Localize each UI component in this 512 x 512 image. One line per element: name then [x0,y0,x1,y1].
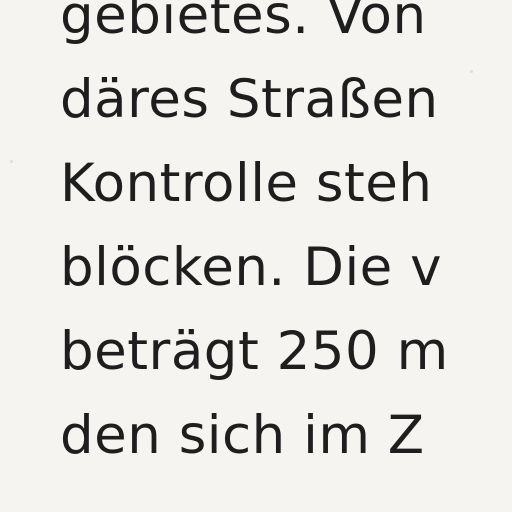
text-line: Kontrolle steh [60,153,433,214]
text-line: den sich im Z [60,405,425,466]
document-page: gebietes. Von däres Straßen Kontrolle st… [0,0,512,512]
paper-speck [10,160,13,163]
text-body: gebietes. Von däres Straßen Kontrolle st… [60,0,512,478]
text-line: beträgt 250 m [60,321,449,382]
text-line: blöcken. Die v [60,237,442,298]
text-line: däres Straßen [60,69,439,130]
text-line: gebietes. Von [60,0,427,46]
